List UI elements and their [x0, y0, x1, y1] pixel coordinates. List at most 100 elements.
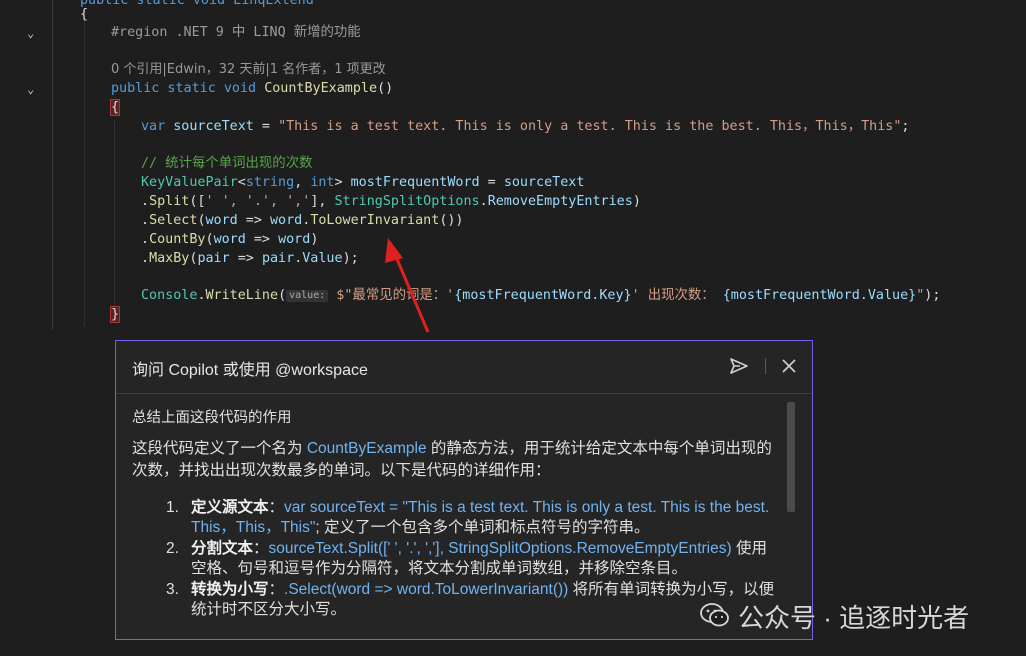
keyword: public static void [111, 81, 257, 96]
scrollbar[interactable] [787, 402, 795, 512]
watermark-text: 公众号 · 追逐时光者 [738, 603, 970, 633]
region-directive: #region .NET 9 中 LINQ 新增的功能 [111, 24, 361, 42]
paren: ( [205, 232, 214, 247]
close-icon[interactable] [778, 355, 800, 377]
property: Value [302, 251, 343, 266]
response-list: 1. 定义源文本：var sourceText = "This is a tes… [166, 498, 776, 621]
identifier: mostFrequentWord [342, 175, 480, 190]
copilot-panel: 询问 Copilot 或使用 @workspace 总结上面这段代码的作用 这段… [115, 340, 813, 640]
code-line-split: .Split([' ', '.', ','], StringSplitOptio… [141, 193, 641, 211]
list-item: 3. 转换为小写：.Select(word => word.ToLowerInv… [166, 580, 776, 620]
semicolon: ; [901, 119, 910, 134]
list-number: 3. [166, 581, 179, 598]
paren: ()) [439, 213, 464, 228]
code-line: { [80, 6, 88, 24]
type-name: Console [141, 288, 198, 303]
user-message: 总结上面这段代码的作用 [132, 410, 292, 426]
codelens-text[interactable]: 0 个引用|Edwin，32 天前|1 名作者，1 项更改 [111, 62, 386, 77]
generic-bracket: < [237, 175, 246, 190]
parameter: pair [261, 251, 295, 266]
item-colon: ： [268, 581, 285, 598]
parameter: pair [197, 251, 230, 266]
code-text: public static void LinqExtend [80, 0, 314, 8]
method-name: Split [149, 194, 190, 209]
operator: = [253, 119, 279, 134]
item-title: 转换为小写 [191, 581, 269, 598]
enum-value: RemoveEmptyEntries [487, 194, 633, 209]
type-name: StringSplitOptions [334, 194, 480, 209]
identifier: sourceText [503, 175, 585, 190]
gutter-line [52, 0, 53, 330]
open-brace: { [109, 99, 121, 116]
code-line-writeline: Console.WriteLine(value: $"最常见的词是：'{most… [141, 287, 940, 305]
paren: ) [310, 232, 319, 247]
brace: { [80, 7, 89, 22]
code-reference-link[interactable]: CountByExample [307, 440, 427, 457]
parameter: word [213, 232, 246, 247]
dot: . [141, 251, 150, 266]
item-code: sourceText.Split([' ', '.', ','], String… [268, 540, 732, 557]
bracket: ], [310, 194, 335, 209]
parameter: word [270, 213, 303, 228]
list-item: 1. 定义源文本：var sourceText = "This is a tes… [166, 498, 776, 538]
lambda-arrow: => [229, 251, 262, 266]
generic-bracket: > [334, 175, 343, 190]
char-literals: ' ', '.', ',' [205, 194, 311, 209]
codelens[interactable]: 0 个引用|Edwin，32 天前|1 名作者，1 项更改 [111, 61, 386, 79]
dot: . [479, 194, 488, 209]
method-name: MaxBy [149, 251, 190, 266]
code-line: public static void LinqExtend [80, 0, 314, 10]
operator: = [479, 175, 504, 190]
string-literal: $"最常见的词是：' [328, 288, 455, 303]
chevron-down-icon[interactable]: ⌄ [27, 27, 39, 39]
lambda-arrow: => [245, 232, 279, 247]
keyword: var [141, 119, 166, 134]
dot: . [141, 232, 150, 247]
item-title: 分割文本 [191, 540, 254, 557]
item-colon: ： [253, 540, 269, 557]
method-name: Select [149, 213, 198, 228]
parameter: word [205, 213, 238, 228]
lambda-arrow: => [237, 213, 270, 228]
close-brace: } [109, 306, 121, 323]
code-line-var: var sourceText = "This is a test text. T… [141, 118, 909, 136]
paren: ) [632, 194, 641, 209]
list-number: 2. [166, 540, 179, 557]
list-number: 1. [166, 499, 179, 516]
code-line-maxby: .MaxBy(pair => pair.Value); [141, 250, 359, 268]
method-name: WriteLine [205, 288, 279, 303]
copilot-input[interactable]: 询问 Copilot 或使用 @workspace [132, 356, 368, 380]
keyword: int [310, 175, 335, 190]
comma: , [294, 175, 311, 190]
wechat-icon [700, 603, 729, 627]
parameter-hint: value: [286, 290, 329, 302]
indent-guide [114, 120, 115, 310]
chevron-down-icon[interactable]: ⌄ [27, 83, 39, 95]
string-literal: ' 出现次数： [631, 288, 723, 303]
interpolation: {mostFrequentWord.Value} [722, 288, 917, 303]
assistant-response: 这段代码定义了一个名为 CountByExample 的静态方法，用于统计给定文… [132, 438, 772, 482]
parens: () [377, 81, 394, 96]
type-name: KeyValuePair [141, 175, 238, 190]
indent-guide [84, 10, 85, 326]
item-desc: ; 定义了一个包含多个单词和标点符号的字符串。 [315, 519, 650, 536]
interpolation: {mostFrequentWord.Key} [454, 288, 632, 303]
code-comment: // 统计每个单词出现的次数 [141, 155, 312, 173]
region-text: #region .NET 9 中 LINQ 新增的功能 [111, 25, 361, 40]
dot: . [197, 288, 206, 303]
item-code: .Select(word => word.ToLowerInvariant()) [284, 581, 569, 598]
copilot-header: 询问 Copilot 或使用 @workspace [116, 341, 812, 394]
dot: . [141, 213, 150, 228]
identifier: sourceText [173, 119, 254, 134]
code-line-select: .Select(word => word.ToLowerInvariant()) [141, 212, 464, 230]
list-item: 2. 分割文本：sourceText.Split([' ', '.', ',']… [166, 539, 776, 579]
code-line: } [109, 306, 121, 324]
header-divider [765, 358, 766, 374]
paren: ( [278, 288, 287, 303]
parameter: word [278, 232, 311, 247]
watermark: 公众号 · 追逐时光者 [700, 598, 1010, 634]
item-colon: ： [268, 499, 285, 516]
comment-text: // 统计每个单词出现的次数 [141, 156, 313, 171]
send-icon[interactable] [728, 355, 750, 377]
string-literal: "This is a test text. This is only a tes… [278, 119, 902, 134]
